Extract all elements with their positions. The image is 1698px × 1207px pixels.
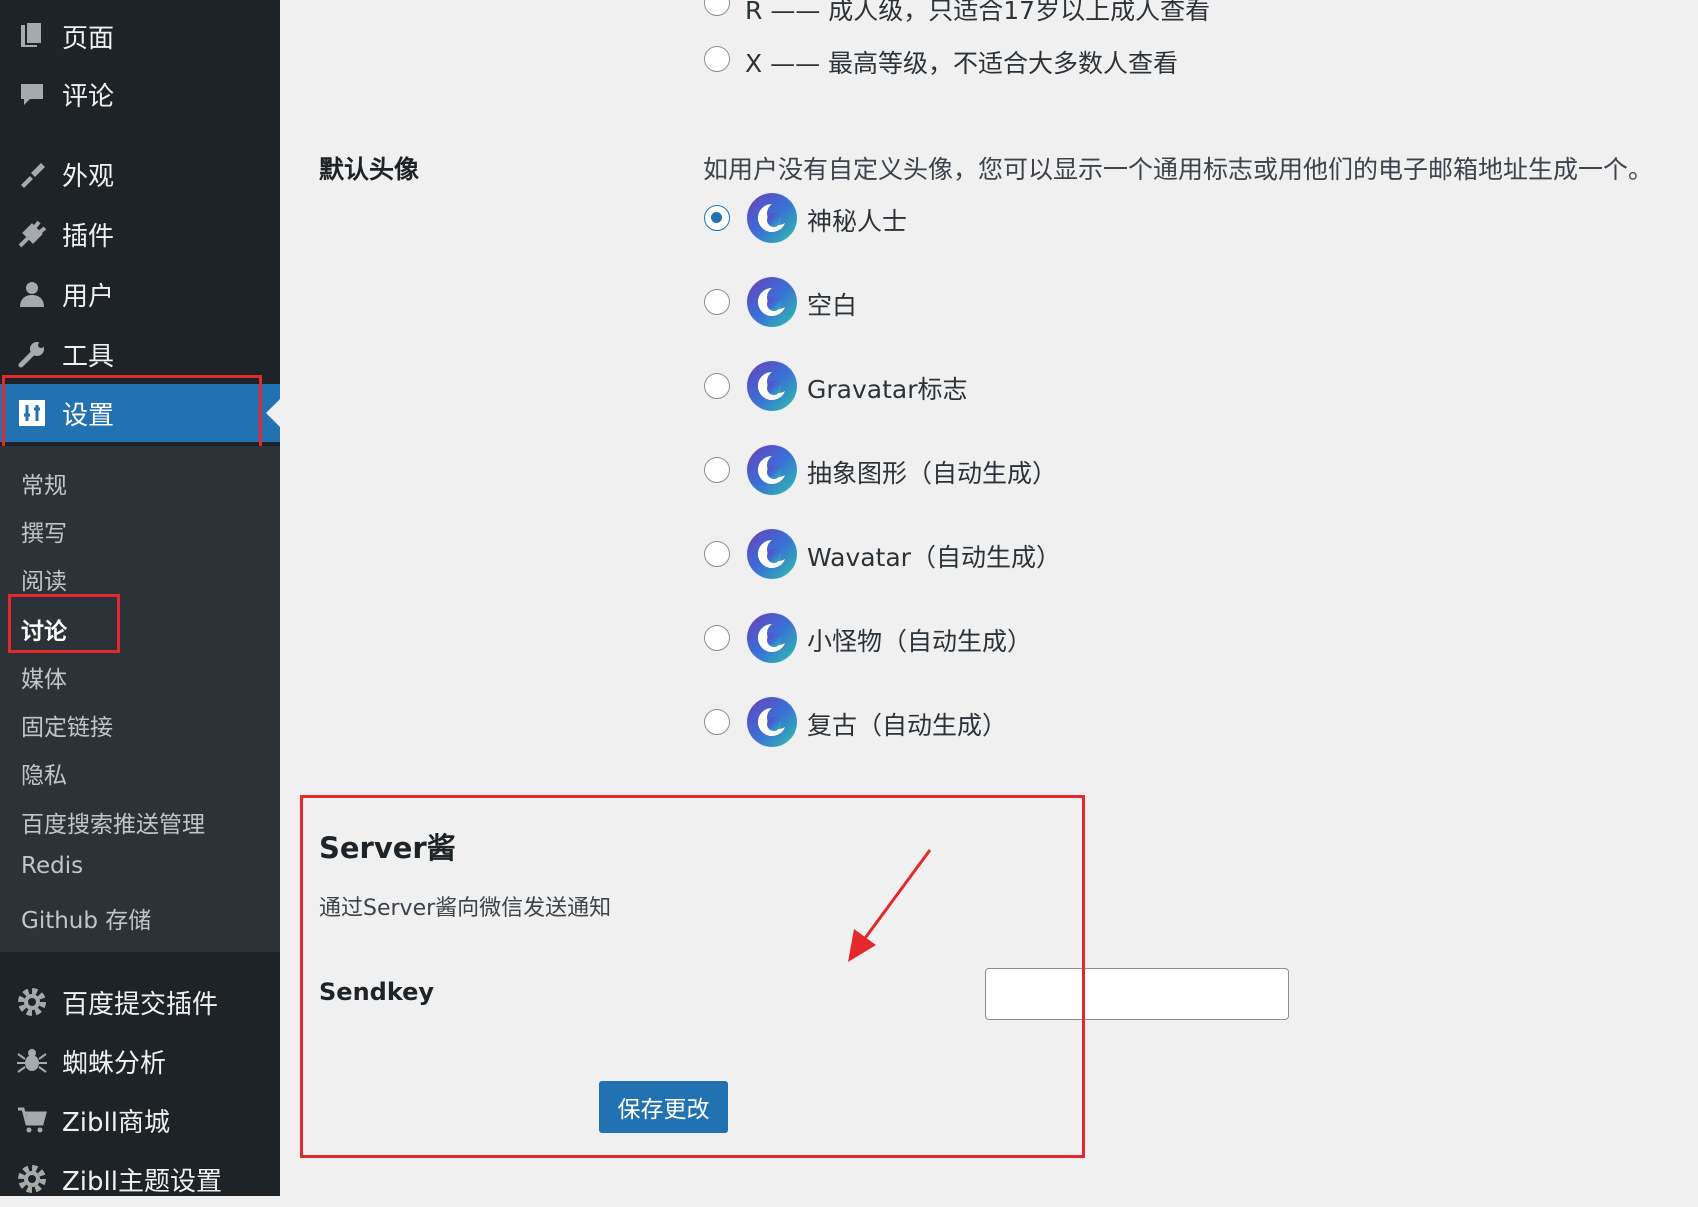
user-icon: [16, 278, 48, 310]
gear-icon: [16, 1163, 48, 1195]
gear-icon: [16, 986, 48, 1018]
settings-icon: [16, 397, 48, 429]
menu-settings[interactable]: 设置: [0, 384, 280, 442]
menu-label: 工具: [62, 341, 115, 372]
avatar-option-radio[interactable]: [704, 541, 730, 567]
avatar-option-radio[interactable]: [704, 625, 730, 651]
submenu-writing[interactable]: 撰写: [21, 514, 67, 548]
avatar-option-label: 空白: [807, 291, 858, 320]
rating-r-radio[interactable]: [704, 0, 730, 16]
avatar-preview-icon: [746, 528, 798, 580]
rating-r-label: R —— 成人级，只适合17岁以上成人查看: [745, 0, 1211, 25]
menu-label: 页面: [62, 23, 115, 54]
submenu-baidu-push[interactable]: 百度搜索推送管理: [21, 805, 205, 839]
menu-comments[interactable]: 评论: [0, 66, 280, 122]
default-avatar-heading: 默认头像: [319, 155, 420, 184]
submenu-permalinks[interactable]: 固定链接: [21, 708, 113, 742]
avatar-option-radio[interactable]: [704, 373, 730, 399]
save-changes-button[interactable]: 保存更改: [599, 1081, 728, 1133]
menu-baidu-submit[interactable]: 百度提交插件: [0, 974, 280, 1030]
serverchan-description: 通过Server酱向微信发送通知: [319, 896, 612, 921]
settings-submenu: 常规 撰写 阅读 讨论 媒体 固定链接 隐私 百度搜索推送管理 Redis Gi…: [0, 446, 280, 952]
avatar-option-radio[interactable]: [704, 457, 730, 483]
plugin-icon: [16, 218, 48, 250]
menu-label: 评论: [62, 81, 115, 112]
submenu-discussion[interactable]: 讨论: [21, 612, 67, 646]
avatar-option-radio[interactable]: [704, 289, 730, 315]
menu-label: Zibll商城: [62, 1107, 170, 1138]
submenu-reading[interactable]: 阅读: [21, 562, 67, 596]
submenu-media[interactable]: 媒体: [21, 660, 67, 694]
wrench-icon: [16, 338, 48, 370]
avatar-option-label: Gravatar标志: [807, 375, 968, 404]
spider-icon: [16, 1045, 48, 1077]
menu-appearance[interactable]: 外观: [0, 146, 280, 202]
avatar-preview-icon: [746, 612, 798, 664]
menu-label: 外观: [62, 161, 115, 192]
menu-label: 设置: [62, 400, 115, 431]
main-content: R —— 成人级，只适合17岁以上成人查看 X —— 最高等级，不适合大多数人查…: [280, 0, 1698, 1196]
menu-spider-analysis[interactable]: 蜘蛛分析: [0, 1033, 280, 1089]
avatar-preview-icon: [746, 696, 798, 748]
avatar-option-radio[interactable]: [704, 205, 730, 231]
sendkey-label: Sendkey: [319, 978, 435, 1006]
page-icon: [16, 20, 48, 52]
avatar-option-label: 神秘人士: [807, 207, 908, 236]
rating-x-label: X —— 最高等级，不适合大多数人查看: [745, 49, 1179, 78]
default-avatar-description: 如用户没有自定义头像，您可以显示一个通用标志或用他们的电子邮箱地址生成一个。: [703, 155, 1654, 184]
menu-label: 百度提交插件: [62, 989, 219, 1020]
menu-label: Zibll主题设置: [62, 1166, 222, 1197]
avatar-option-label: 抽象图形（自动生成）: [807, 459, 1058, 488]
avatar-option-radio[interactable]: [704, 709, 730, 735]
menu-tools[interactable]: 工具: [0, 326, 280, 382]
menu-zibll-shop[interactable]: Zibll商城: [0, 1092, 280, 1148]
submenu-privacy[interactable]: 隐私: [21, 756, 67, 790]
menu-label: 蜘蛛分析: [62, 1048, 167, 1079]
rating-x-radio[interactable]: [704, 46, 730, 72]
menu-pages[interactable]: 页面: [0, 8, 280, 64]
avatar-preview-icon: [746, 360, 798, 412]
cart-icon: [16, 1104, 48, 1136]
avatar-option-label: Wavatar（自动生成）: [807, 543, 1061, 572]
avatar-preview-icon: [746, 276, 798, 328]
avatar-preview-icon: [746, 444, 798, 496]
menu-plugins[interactable]: 插件: [0, 206, 280, 262]
avatar-preview-icon: [746, 192, 798, 244]
submenu-redis[interactable]: Redis: [21, 853, 83, 879]
menu-zibll-theme-settings[interactable]: Zibll主题设置: [0, 1151, 280, 1207]
menu-label: 插件: [62, 221, 115, 252]
serverchan-title: Server酱: [319, 831, 456, 865]
sendkey-input[interactable]: [985, 968, 1289, 1020]
submenu-github-storage[interactable]: Github 存储: [21, 901, 151, 935]
avatar-option-label: 小怪物（自动生成）: [807, 627, 1033, 656]
comment-icon: [16, 78, 48, 110]
admin-sidebar: 页面 评论 外观 插件 用户 工具 设置 常规 撰写 阅读 讨论 媒体 固定链接…: [0, 0, 280, 1197]
brush-icon: [16, 158, 48, 190]
menu-label: 用户: [62, 281, 115, 312]
menu-users[interactable]: 用户: [0, 266, 280, 322]
avatar-option-label: 复古（自动生成）: [807, 711, 1008, 740]
red-arrow-annotation: [848, 849, 932, 962]
submenu-general[interactable]: 常规: [21, 466, 67, 500]
